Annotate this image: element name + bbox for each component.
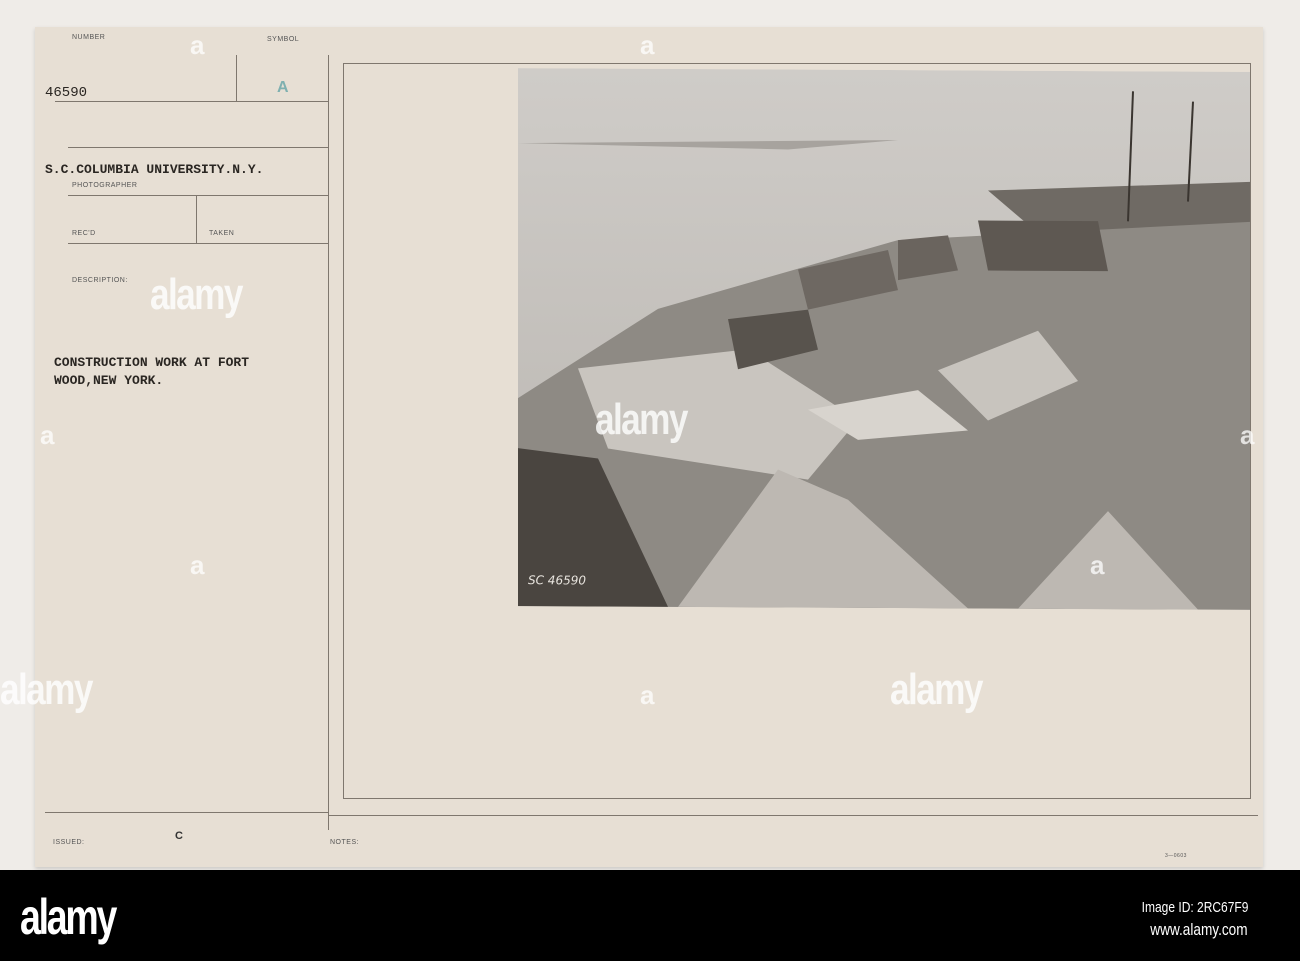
photographer-label: PHOTOGRAPHER xyxy=(72,182,138,189)
symbol-value: A xyxy=(277,79,289,96)
watermark-letter: a xyxy=(190,30,205,60)
watermark: alamy xyxy=(0,665,93,714)
issued-label: ISSUED: xyxy=(53,839,85,846)
divider xyxy=(236,55,237,101)
form-number: 3—0603 xyxy=(1165,853,1187,859)
divider xyxy=(328,815,1258,816)
watermark: alamy xyxy=(890,665,983,714)
divider xyxy=(45,812,328,813)
taken-label: TAKEN xyxy=(209,230,235,237)
divider xyxy=(55,101,328,102)
notes-label: NOTES: xyxy=(330,839,360,846)
watermark-letter: a xyxy=(190,550,205,580)
description-label: DESCRIPTION: xyxy=(72,277,128,284)
photographer-value: S.C.COLUMBIA UNIVERSITY.N.Y. xyxy=(45,162,264,177)
divider xyxy=(68,243,328,244)
symbol-label: SYMBOL xyxy=(267,36,300,43)
divider xyxy=(328,55,329,830)
recd-label: REC'D xyxy=(72,230,96,237)
watermark-letter: a xyxy=(1090,550,1105,580)
archival-photograph: SC 46590 xyxy=(518,68,1250,610)
divider xyxy=(68,195,328,196)
description-line-2: WOOD,NEW YORK. xyxy=(54,373,164,388)
watermark-letter: a xyxy=(640,30,655,60)
aerial-view-fort-wood xyxy=(518,68,1250,610)
site-link[interactable]: www.alamy.com xyxy=(1151,920,1248,940)
divider xyxy=(68,147,328,148)
alamy-logo: alamy xyxy=(20,889,117,945)
footer-bar: alamy Image ID: 2RC67F9 www.alamy.com xyxy=(0,870,1300,961)
image-id: Image ID: 2RC67F9 xyxy=(1141,899,1248,916)
watermark-letter: a xyxy=(40,420,55,450)
photo-inscription: SC 46590 xyxy=(528,573,586,588)
divider xyxy=(196,195,197,243)
watermark-letter: a xyxy=(1240,420,1255,450)
number-value: 46590 xyxy=(45,85,88,101)
issued-value: C xyxy=(175,830,183,842)
description-line-1: CONSTRUCTION WORK AT FORT xyxy=(54,355,250,370)
watermark: alamy xyxy=(595,395,688,444)
watermark-letter: a xyxy=(640,680,655,710)
number-label: NUMBER xyxy=(72,34,106,41)
watermark: alamy xyxy=(150,270,243,319)
